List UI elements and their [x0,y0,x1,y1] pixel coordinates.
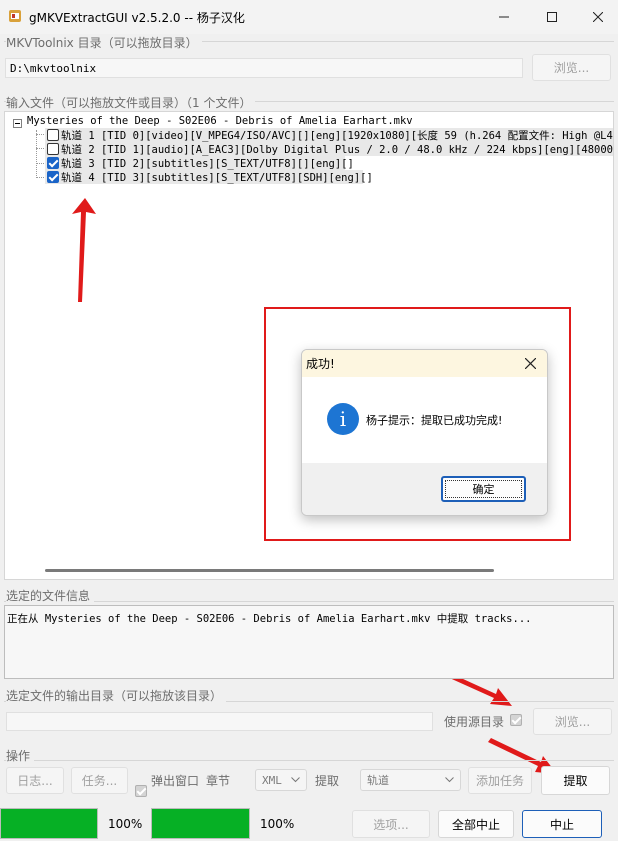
info-group-label: 选定的文件信息 [6,587,95,604]
chapter-format-select[interactable]: XML [255,769,307,791]
divider [4,601,614,602]
close-icon [524,357,536,369]
current-progress-fill [1,809,97,838]
use-source-label: 使用源目录 [444,715,505,729]
arrow-up-annotation [72,198,96,302]
chevron-down-icon [291,777,300,783]
dialog-ok-button[interactable]: 确定 [441,476,526,502]
abort-all-button[interactable]: 全部中止 [438,810,514,838]
abort-button[interactable]: 中止 [522,810,602,838]
use-source-checkbox[interactable] [510,714,522,726]
info-icon: i [327,403,359,435]
divider [4,760,614,761]
info-text: 正在从 Mysteries of the Deep - S02E06 - Deb… [7,613,532,625]
output-path-field[interactable] [6,712,433,731]
output-group-label: 选定文件的输出目录（可以拖放该目录） [6,687,227,704]
current-progress-bar [0,808,98,839]
total-progress-fill [152,809,249,838]
extract-button[interactable]: 提取 [541,766,610,795]
output-browse-button[interactable]: 浏览... [533,708,612,735]
log-button[interactable]: 日志... [6,767,64,794]
chapter-format-value: XML [262,773,282,787]
chapters-label: 章节 [206,774,231,788]
dialog-message: 杨子提示：提取已成功完成! [366,414,503,427]
popup-label: 弹出窗口 [151,774,200,788]
info-textbox[interactable]: 正在从 Mysteries of the Deep - S02E06 - Deb… [4,605,614,679]
dialog-title-bar: 成功! [302,350,547,377]
jobs-button[interactable]: 任务... [71,767,128,794]
total-progress-bar [151,808,250,839]
chevron-down-icon [445,777,454,783]
options-button[interactable]: 选项... [352,810,430,838]
total-progress-text: 100% [260,817,295,831]
dialog-close-button[interactable] [521,354,539,372]
extract-mode-value: 轨道 [367,774,389,787]
extract-mode-select[interactable]: 轨道 [360,769,461,791]
dialog-title: 成功! [306,357,335,371]
popup-checkbox[interactable] [135,785,147,797]
current-progress-text: 100% [108,817,143,831]
actions-group-label: 操作 [6,747,35,764]
extract-mode-label: 提取 [315,774,340,788]
add-job-button[interactable]: 添加任务 [468,767,532,794]
success-dialog: 成功! i 杨子提示：提取已成功完成! 确定 [301,349,548,516]
